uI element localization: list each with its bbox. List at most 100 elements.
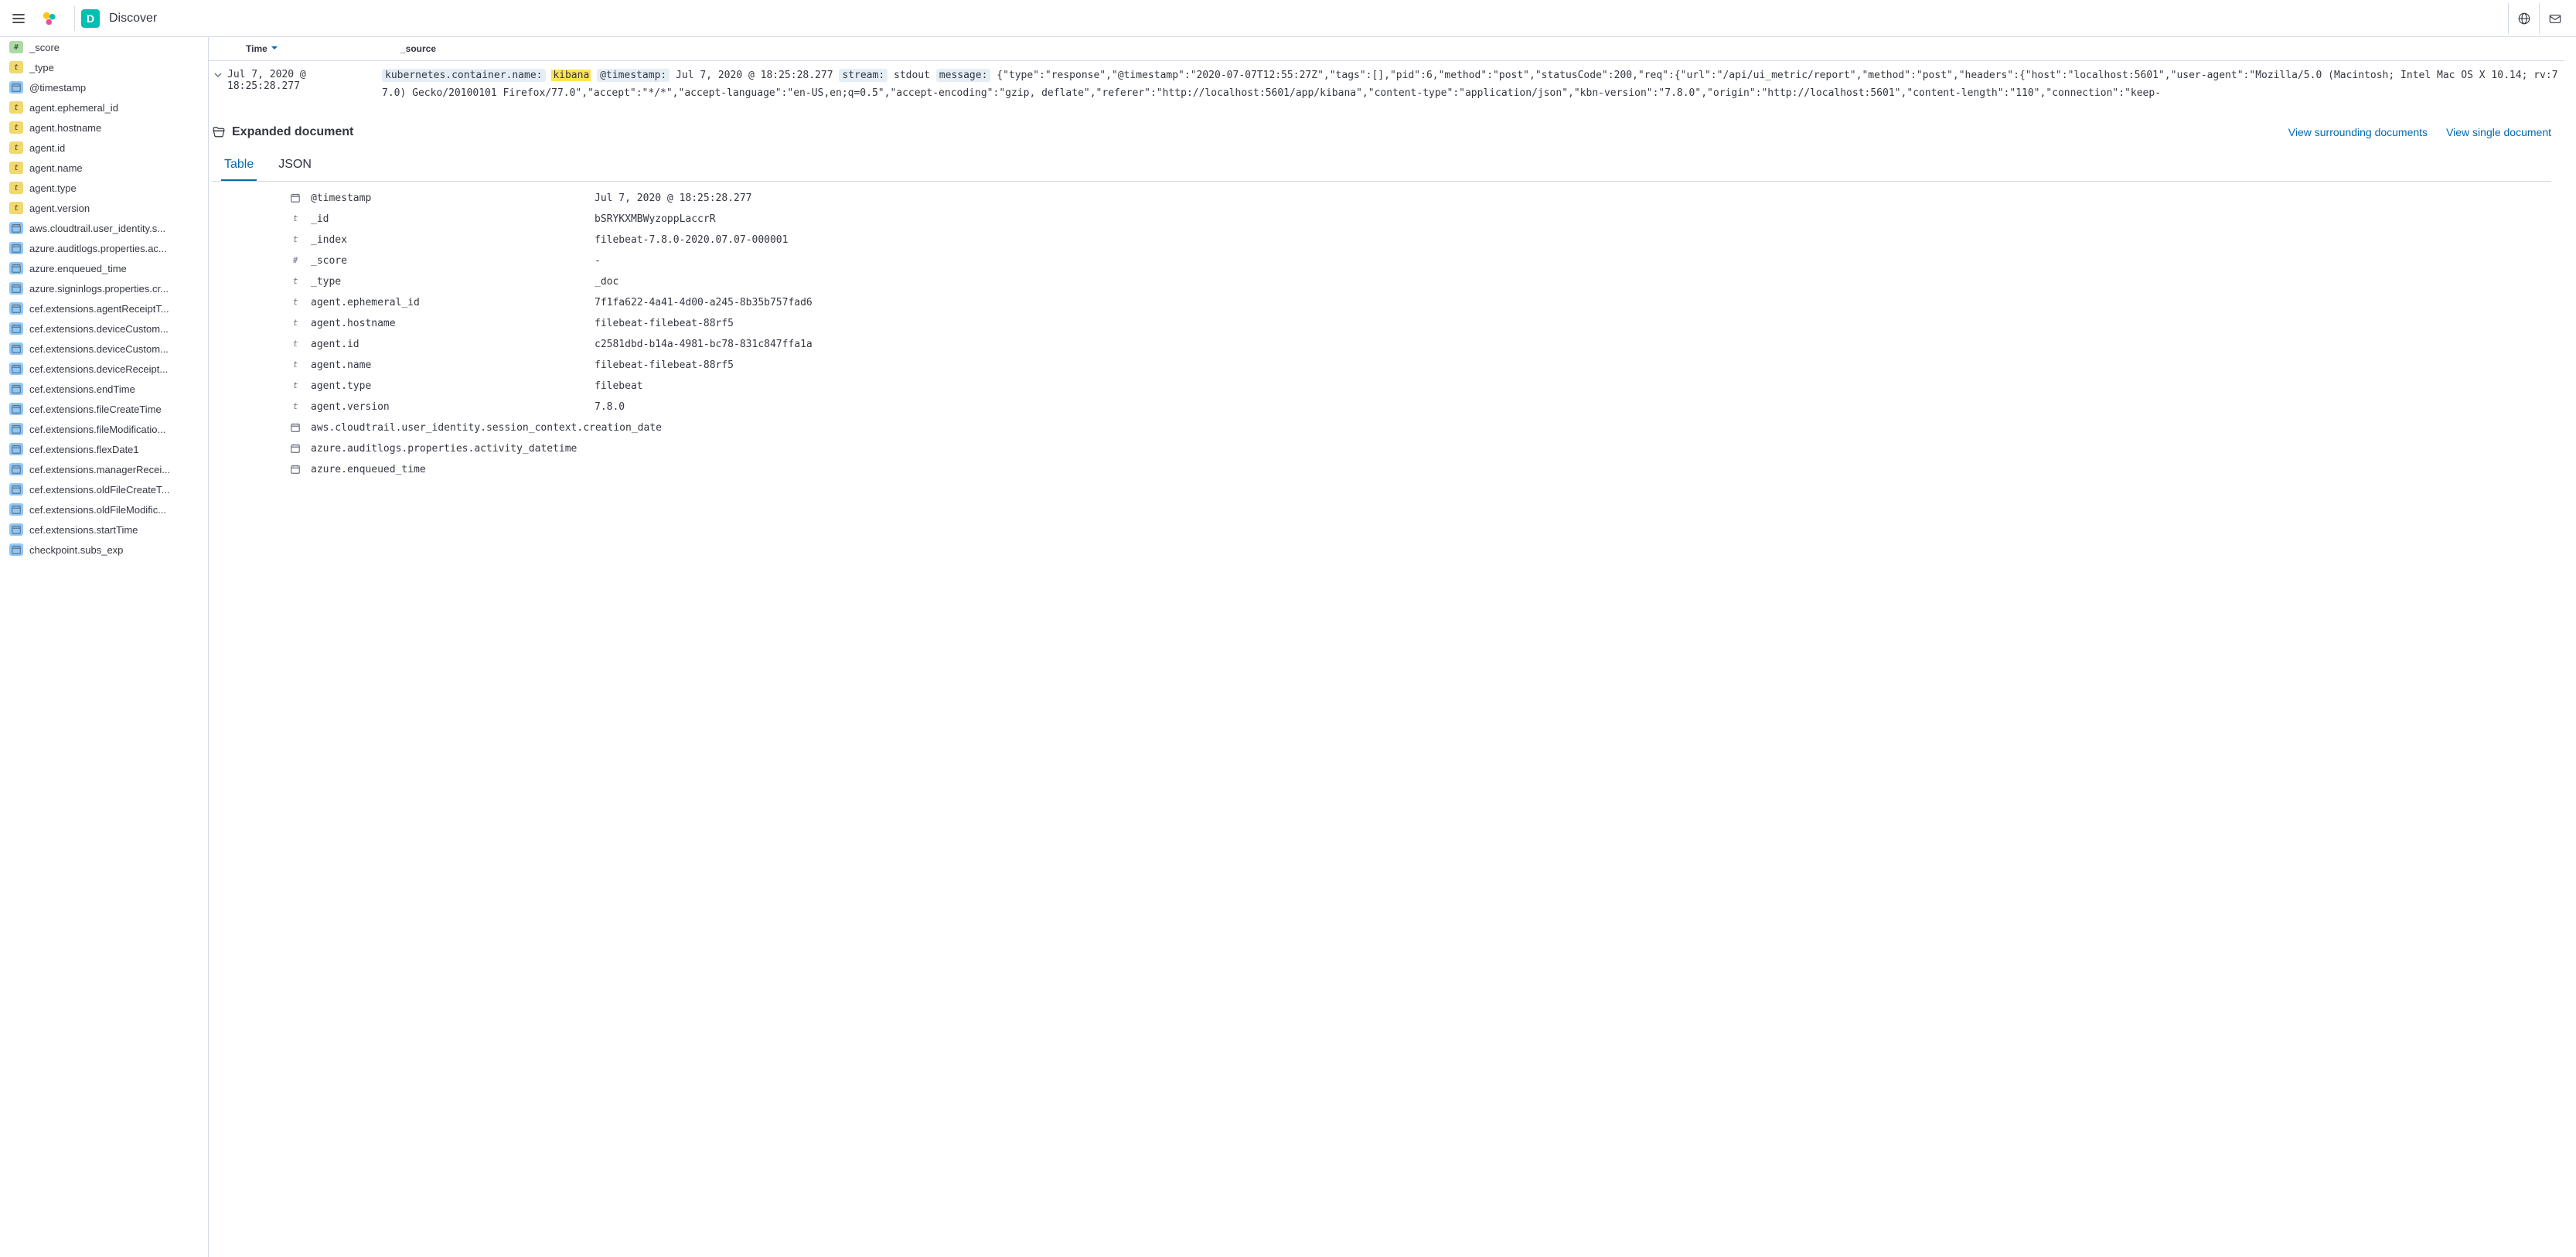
app-title[interactable]: Discover <box>109 12 157 26</box>
field-type-date-icon <box>9 342 23 355</box>
field-type-text-icon: t <box>9 61 23 73</box>
field-label: azure.signinlogs.properties.cr... <box>29 283 169 295</box>
src-val-stream: stdout <box>894 70 930 81</box>
doc-field-value: Jul 7, 2020 @ 18:25:28.277 <box>595 192 2551 204</box>
field-item[interactable]: azure.enqueued_time <box>0 258 208 278</box>
column-header-time[interactable]: Time <box>246 43 400 54</box>
doc-field-name: agent.name <box>305 359 595 371</box>
field-item[interactable]: cef.extensions.deviceReceipt... <box>0 359 208 379</box>
field-item[interactable]: cef.extensions.fileCreateTime <box>0 399 208 419</box>
field-type-date-icon <box>9 302 23 315</box>
view-surrounding-link[interactable]: View surrounding documents <box>2288 126 2428 138</box>
field-item[interactable]: cef.extensions.startTime <box>0 519 208 540</box>
doc-field-type: t <box>286 234 305 244</box>
field-item[interactable]: azure.auditlogs.properties.ac... <box>0 238 208 258</box>
doc-field-row: tagent.idc2581dbd-b14a-4981-bc78-831c847… <box>286 334 2551 355</box>
field-type-date-icon <box>9 242 23 254</box>
doc-field-name: agent.ephemeral_id <box>305 297 595 308</box>
field-item[interactable]: cef.extensions.fileModificatio... <box>0 419 208 439</box>
field-label: cef.extensions.oldFileCreateT... <box>29 484 169 496</box>
doc-field-row: aws.cloudtrail.user_identity.session_con… <box>286 417 2551 438</box>
newsfeed-button[interactable] <box>2508 3 2539 34</box>
field-item[interactable]: tagent.ephemeral_id <box>0 97 208 118</box>
field-item[interactable]: cef.extensions.deviceCustom... <box>0 339 208 359</box>
doc-field-value: filebeat-filebeat-88rf5 <box>595 318 2551 329</box>
field-type-date-icon <box>9 222 23 234</box>
field-type-date-icon <box>9 262 23 274</box>
elastic-logo-icon <box>40 9 59 28</box>
doc-field-type: t <box>286 401 305 411</box>
field-label: cef.extensions.startTime <box>29 524 138 536</box>
field-label: cef.extensions.deviceCustom... <box>29 343 169 355</box>
menu-toggle-button[interactable] <box>6 6 31 31</box>
field-type-date-icon <box>9 423 23 435</box>
doc-field-value: c2581dbd-b14a-4981-bc78-831c847ffa1a <box>595 339 2551 350</box>
field-item[interactable]: checkpoint.subs_exp <box>0 540 208 560</box>
app-badge[interactable]: D <box>81 9 100 28</box>
field-label: cef.extensions.fileModificatio... <box>29 424 165 435</box>
tab-table[interactable]: Table <box>221 150 257 181</box>
doc-field-value: - <box>595 255 2551 267</box>
field-item[interactable]: tagent.id <box>0 138 208 158</box>
doc-field-type <box>286 192 305 203</box>
doc-field-name: agent.version <box>305 401 595 413</box>
doc-field-row: #_score - <box>286 250 2551 271</box>
src-key-container-name: kubernetes.container.name: <box>382 69 546 82</box>
field-type-text-icon: t <box>9 182 23 194</box>
field-item[interactable]: azure.signinlogs.properties.cr... <box>0 278 208 298</box>
field-label: cef.extensions.oldFileModific... <box>29 504 166 516</box>
expanded-doc-title: Expanded document <box>232 125 353 139</box>
field-type-date-icon <box>9 282 23 295</box>
field-item[interactable]: cef.extensions.flexDate1 <box>0 439 208 459</box>
doc-field-type: t <box>286 213 305 223</box>
globe-icon <box>2517 12 2531 26</box>
doc-field-type: # <box>286 255 305 265</box>
field-label: cef.extensions.deviceCustom... <box>29 323 169 335</box>
field-item[interactable]: @timestamp <box>0 77 208 97</box>
field-item[interactable]: t_type <box>0 57 208 77</box>
src-val-timestamp: Jul 7, 2020 @ 18:25:28.277 <box>676 70 833 81</box>
field-type-date-icon <box>9 363 23 375</box>
fields-sidebar[interactable]: #_scoret_type@timestamptagent.ephemeral_… <box>0 37 209 1257</box>
folder-open-icon <box>212 124 226 141</box>
field-item[interactable]: cef.extensions.oldFileModific... <box>0 499 208 519</box>
doc-field-row: azure.enqueued_time <box>286 459 2551 480</box>
field-item[interactable]: cef.extensions.deviceCustom... <box>0 319 208 339</box>
field-label: agent.ephemeral_id <box>29 102 118 114</box>
field-label: aws.cloudtrail.user_identity.s... <box>29 223 165 234</box>
doc-field-name: _id <box>305 213 595 225</box>
src-key-stream: stream: <box>839 69 888 82</box>
field-item[interactable]: tagent.name <box>0 158 208 178</box>
field-label: azure.auditlogs.properties.ac... <box>29 243 167 254</box>
doc-field-value: filebeat-7.8.0-2020.07.07-000001 <box>595 234 2551 246</box>
field-item[interactable]: tagent.type <box>0 178 208 198</box>
field-label: agent.version <box>29 203 90 214</box>
view-single-link[interactable]: View single document <box>2446 126 2551 138</box>
field-item[interactable]: tagent.version <box>0 198 208 218</box>
field-item[interactable]: aws.cloudtrail.user_identity.s... <box>0 218 208 238</box>
doc-field-row: @timestampJul 7, 2020 @ 18:25:28.277 <box>286 188 2551 209</box>
doc-field-name: agent.hostname <box>305 318 595 329</box>
field-item[interactable]: cef.extensions.endTime <box>0 379 208 399</box>
doc-field-row: tagent.version7.8.0 <box>286 397 2551 417</box>
doc-field-row: tagent.hostnamefilebeat-filebeat-88rf5 <box>286 313 2551 334</box>
doc-field-row: t_indexfilebeat-7.8.0-2020.07.07-000001 <box>286 230 2551 250</box>
field-item[interactable]: cef.extensions.oldFileCreateT... <box>0 479 208 499</box>
field-type-date-icon <box>9 503 23 516</box>
app-header: D Discover <box>0 0 2576 37</box>
elastic-logo[interactable] <box>37 6 62 31</box>
mail-button[interactable] <box>2539 3 2570 34</box>
src-highlight-kibana: kibana <box>551 70 591 81</box>
doc-field-row: tagent.ephemeral_id7f1fa622-4a41-4d00-a2… <box>286 292 2551 313</box>
field-item[interactable]: cef.extensions.agentReceiptT... <box>0 298 208 319</box>
sort-desc-icon[interactable] <box>271 43 278 54</box>
expand-toggle[interactable] <box>209 67 227 80</box>
field-item[interactable]: cef.extensions.managerRecei... <box>0 459 208 479</box>
field-item[interactable]: tagent.hostname <box>0 118 208 138</box>
field-type-date-icon <box>9 523 23 536</box>
doc-field-name: _score <box>305 255 595 267</box>
field-item[interactable]: #_score <box>0 37 208 57</box>
tab-json[interactable]: JSON <box>275 150 315 181</box>
column-header-source[interactable]: _source <box>400 43 2564 54</box>
chevron-down-icon <box>213 70 223 80</box>
